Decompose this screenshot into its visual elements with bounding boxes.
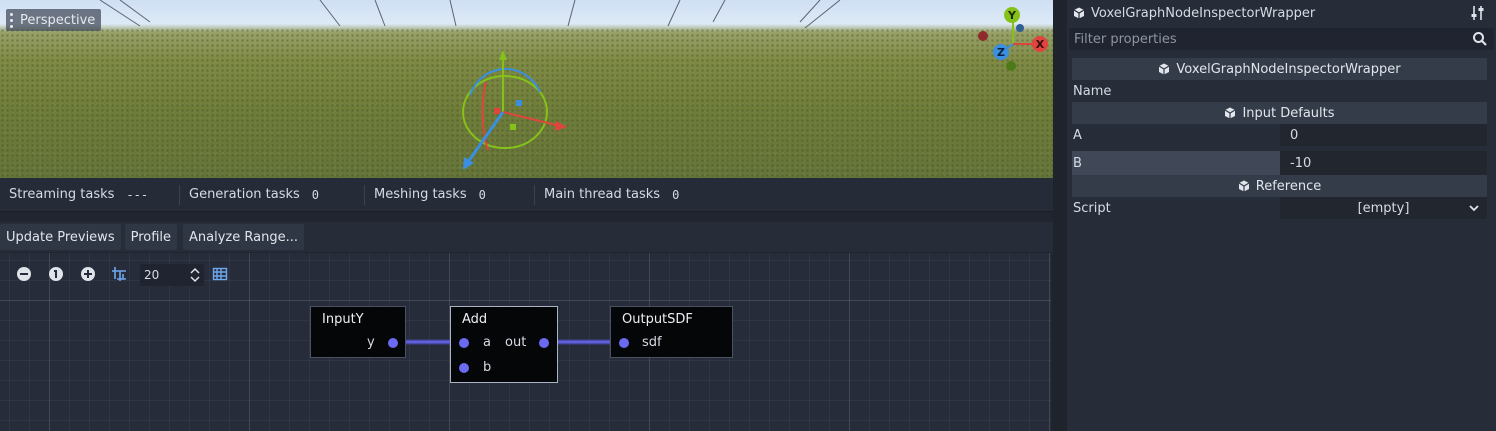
input-port-sdf[interactable] bbox=[619, 338, 629, 348]
name-value-field[interactable] bbox=[1280, 80, 1487, 102]
filter-placeholder: Filter properties bbox=[1074, 31, 1177, 47]
inspector-panel: VoxelGraphNodeInspectorWrapper Filter pr… bbox=[1067, 0, 1496, 431]
viewport-wireframe: Y X Z bbox=[99, 0, 1048, 170]
port-label-out: out bbox=[505, 335, 527, 350]
stat-main-thread-tasks: Main thread tasks 0 bbox=[544, 187, 680, 202]
output-port-out[interactable] bbox=[539, 338, 549, 348]
property-name[interactable]: Name bbox=[1072, 80, 1487, 102]
output-port-y[interactable] bbox=[388, 338, 398, 348]
transform-gizmo bbox=[462, 50, 567, 170]
stat-generation-tasks: Generation tasks 0 bbox=[180, 184, 365, 205]
orientation-gizmo: Y X Z bbox=[978, 7, 1048, 71]
filter-properties-input[interactable]: Filter properties bbox=[1069, 28, 1494, 50]
section-class-header[interactable]: VoxelGraphNodeInspectorWrapper bbox=[1072, 58, 1487, 80]
script-value: [empty] bbox=[1357, 200, 1410, 216]
graph-toolbar: Update Previews Profile Analyze Range... bbox=[0, 222, 1053, 252]
stat-streaming-tasks: Streaming tasks --- bbox=[0, 184, 180, 205]
property-a[interactable]: A 0 bbox=[1072, 124, 1487, 146]
a-value-field[interactable]: 0 bbox=[1280, 124, 1487, 146]
task-stats-bar: Streaming tasks --- Generation tasks 0 Mes… bbox=[0, 178, 1053, 212]
perspective-label: Perspective bbox=[20, 12, 96, 28]
object-cube-icon bbox=[1159, 63, 1170, 75]
node-title: OutputSDF bbox=[622, 312, 693, 327]
node-add[interactable]: Add a out b bbox=[450, 306, 558, 383]
node-title: Add bbox=[462, 312, 488, 327]
script-resource-picker[interactable]: [empty] bbox=[1280, 197, 1487, 219]
update-previews-button[interactable]: Update Previews bbox=[0, 224, 121, 250]
input-port-b[interactable] bbox=[459, 363, 469, 373]
input-port-a[interactable] bbox=[459, 338, 469, 348]
kebab-menu-icon bbox=[10, 12, 14, 28]
section-reference[interactable]: Reference bbox=[1072, 175, 1487, 197]
panel-splitter[interactable] bbox=[1053, 0, 1067, 431]
port-label-a: a bbox=[483, 335, 491, 350]
svg-text:X: X bbox=[1036, 38, 1045, 51]
inspector-header: VoxelGraphNodeInspectorWrapper bbox=[1073, 3, 1490, 23]
section-input-defaults[interactable]: Input Defaults bbox=[1072, 102, 1487, 124]
b-value-field[interactable]: -10 bbox=[1280, 151, 1487, 175]
svg-text:Z: Z bbox=[997, 46, 1005, 59]
perspective-menu-button[interactable]: Perspective bbox=[6, 9, 102, 31]
property-script[interactable]: Script [empty] bbox=[1072, 197, 1487, 219]
object-cube-icon bbox=[1073, 7, 1085, 19]
node-input-y[interactable]: InputY y bbox=[310, 306, 406, 358]
svg-text:Y: Y bbox=[1007, 9, 1017, 22]
port-label-b: b bbox=[483, 360, 492, 375]
chevron-down-icon[interactable] bbox=[1468, 203, 1480, 213]
search-icon bbox=[1473, 32, 1487, 46]
object-cube-icon bbox=[1238, 180, 1250, 192]
inspector-title: VoxelGraphNodeInspectorWrapper bbox=[1091, 5, 1316, 21]
3d-viewport[interactable]: Y X Z Perspective bbox=[0, 0, 1053, 178]
port-label-sdf: sdf bbox=[642, 335, 662, 350]
property-b[interactable]: B -10 bbox=[1072, 151, 1487, 175]
object-properties-menu-icon[interactable] bbox=[1470, 5, 1486, 21]
stat-meshing-tasks: Meshing tasks 0 bbox=[365, 184, 535, 205]
node-output-sdf[interactable]: OutputSDF sdf bbox=[610, 306, 733, 358]
graph-editor[interactable]: 20 InputY y Add a out b OutputSDF sdf bbox=[0, 253, 1051, 431]
analyze-range-button[interactable]: Analyze Range... bbox=[183, 224, 304, 250]
profile-button[interactable]: Profile bbox=[124, 224, 178, 250]
object-cube-icon bbox=[1225, 107, 1236, 119]
node-title: InputY bbox=[322, 312, 364, 327]
port-label-y: y bbox=[367, 335, 375, 350]
